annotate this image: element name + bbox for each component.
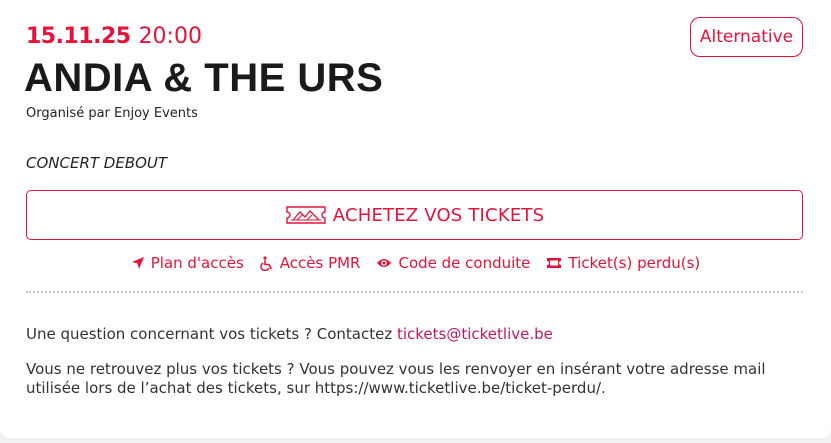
event-time: 20:00 (138, 24, 202, 49)
ticket-mountains-icon (285, 205, 327, 225)
link-tickets-perdus[interactable]: Ticket(s) perdu(s) (546, 254, 700, 272)
lost-tickets-info: Vous ne retrouvez plus vos tickets ? Vou… (26, 360, 766, 397)
support-email-link[interactable]: tickets@ticketlive.be (397, 325, 553, 343)
event-card: 15.11.25 20:00 Alternative ANDIA & THE UR… (0, 0, 831, 438)
link-label: Plan d'accès (150, 254, 244, 272)
link-code-conduite[interactable]: Code de conduite (376, 254, 530, 272)
buy-tickets-label: ACHETEZ VOS TICKETS (332, 204, 545, 226)
eye-icon (376, 257, 392, 269)
location-arrow-icon (131, 256, 145, 270)
support-question: Une question concernant vos tickets ? Co… (26, 325, 553, 343)
event-organizer: Organisé par Enjoy Events (26, 106, 198, 121)
section-divider (26, 291, 803, 293)
concert-type: CONCERT DEBOUT (26, 154, 168, 172)
wheelchair-icon (260, 255, 274, 271)
link-acces-pmr[interactable]: Accès PMR (260, 254, 361, 272)
event-date: 15.11.25 (26, 24, 131, 49)
link-label: Accès PMR (279, 254, 361, 272)
link-label: Code de conduite (398, 254, 531, 272)
event-links-bar: Plan d'accès Accès PMR Code de conduite … (0, 252, 831, 274)
support-question-text: Une question concernant vos tickets ? Co… (26, 325, 393, 343)
event-datetime: 15.11.25 20:00 (26, 24, 202, 49)
buy-tickets-button[interactable]: ACHETEZ VOS TICKETS (26, 190, 803, 240)
ticket-icon (546, 257, 562, 269)
link-label: Ticket(s) perdu(s) (568, 254, 701, 272)
link-plan-acces[interactable]: Plan d'accès (131, 254, 244, 272)
genre-tag-button[interactable]: Alternative (690, 17, 803, 57)
event-title: ANDIA & THE URS (24, 56, 384, 100)
